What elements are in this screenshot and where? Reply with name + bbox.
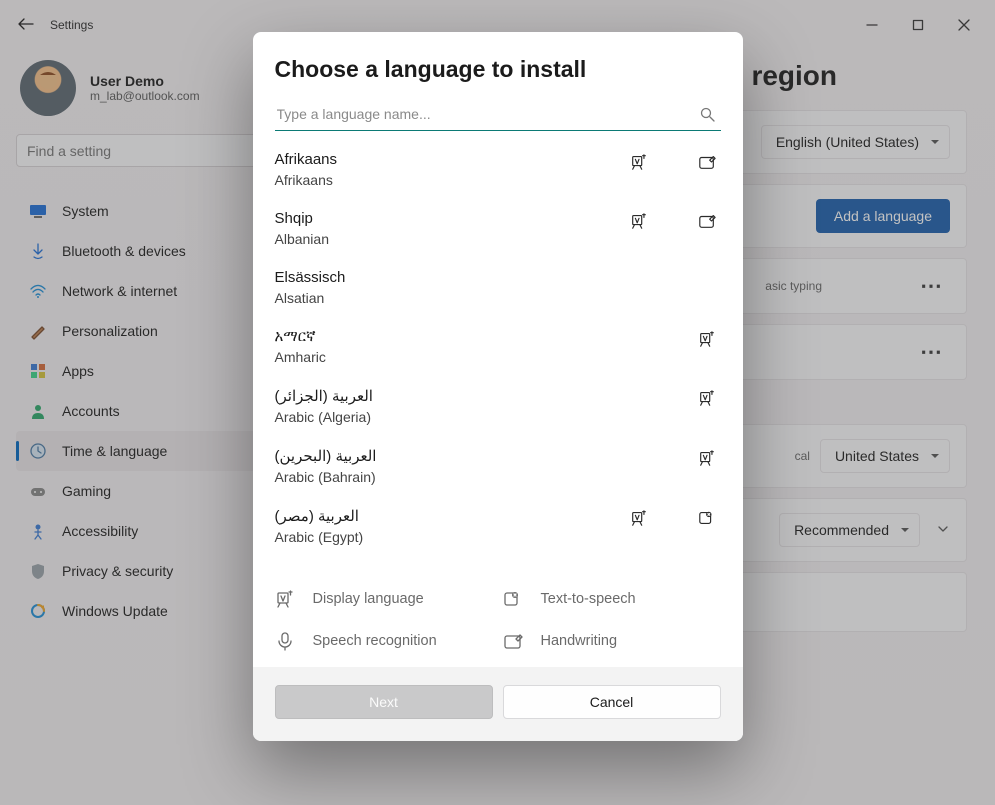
- dialog-title: Choose a language to install: [275, 56, 721, 83]
- next-button[interactable]: Next: [275, 685, 493, 719]
- language-native: العربية (مصر): [275, 507, 629, 525]
- modal-scrim: Choose a language to install AfrikaansAf…: [0, 0, 995, 805]
- language-native: አማርኛ: [275, 328, 697, 345]
- language-english: Alsatian: [275, 290, 717, 306]
- language-option[interactable]: العربية (الجزائر) Arabic (Algeria): [253, 375, 743, 435]
- handwriting-icon: [697, 212, 717, 230]
- language-english: Albanian: [275, 231, 629, 247]
- language-english: Afrikaans: [275, 172, 629, 188]
- display-icon: [697, 449, 717, 467]
- tts-icon: [503, 589, 523, 609]
- display-icon: [629, 212, 649, 230]
- search-icon: [700, 107, 715, 125]
- language-english: Arabic (Egypt): [275, 529, 629, 545]
- language-native: العربية (البحرين): [275, 447, 697, 465]
- language-option[interactable]: Elsässisch Alsatian: [253, 257, 743, 316]
- language-native: Afrikaans: [275, 151, 629, 168]
- settings-window: Settings User Demo m_lab@outlook.com Sys…: [0, 0, 995, 805]
- display-icon: [629, 153, 649, 171]
- language-option[interactable]: አማርኛ Amharic: [253, 316, 743, 375]
- language-option[interactable]: العربية (البحرين) Arabic (Bahrain): [253, 435, 743, 495]
- display-icon: [697, 389, 717, 407]
- handwriting-icon: [697, 153, 717, 171]
- language-option[interactable]: Shqip Albanian: [253, 198, 743, 257]
- feature-legend: Display language Text-to-speech Speech r…: [253, 577, 743, 667]
- cancel-button[interactable]: Cancel: [503, 685, 721, 719]
- display-language-icon: [275, 589, 295, 609]
- language-list[interactable]: Afrikaans Afrikaans Shqip Albanian Elsässisc…: [253, 139, 743, 577]
- language-english: Amharic: [275, 349, 697, 365]
- display-icon: [629, 509, 649, 527]
- language-native: Shqip: [275, 210, 629, 227]
- language-english: Arabic (Algeria): [275, 409, 697, 425]
- language-option[interactable]: Afrikaans Afrikaans: [253, 139, 743, 198]
- tts-icon: [697, 509, 717, 527]
- language-english: Arabic (Bahrain): [275, 469, 697, 485]
- language-native: العربية (الجزائر): [275, 387, 697, 405]
- speech-icon: [275, 631, 295, 651]
- language-native: Elsässisch: [275, 269, 717, 286]
- language-option[interactable]: العربية (مصر) Arabic (Egypt): [253, 495, 743, 555]
- install-language-dialog: Choose a language to install AfrikaansAf…: [253, 32, 743, 741]
- display-icon: [697, 330, 717, 348]
- language-search-input[interactable]: [275, 101, 721, 131]
- handwriting-icon: [503, 631, 523, 651]
